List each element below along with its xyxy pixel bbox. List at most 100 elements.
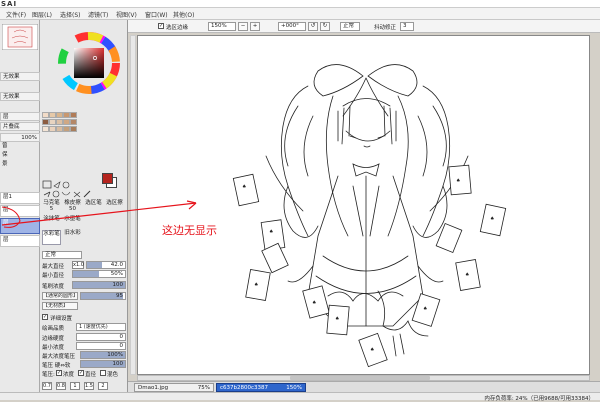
brush-size-preset[interactable]: 0.8 xyxy=(56,382,66,390)
palette-swatch[interactable] xyxy=(56,112,63,118)
title-bar: SAI xyxy=(0,0,600,8)
brush-shape-select[interactable]: 【通常的圆形】 xyxy=(42,292,78,300)
layer-effect-3[interactable]: 层 xyxy=(0,112,40,121)
blend-check-label: 混色 xyxy=(107,372,119,378)
tab-document-2[interactable]: c637b2800c3387 150% xyxy=(216,383,306,392)
palette-swatch[interactable] xyxy=(42,126,49,132)
slider-value: 95 xyxy=(116,293,123,299)
palette-swatch[interactable] xyxy=(70,126,77,132)
svg-text:♠: ♠ xyxy=(242,184,246,190)
brush-size-preset[interactable]: 2 xyxy=(98,382,108,390)
brush-size-preset[interactable]: 0.7 xyxy=(42,382,52,390)
detail-checkbox[interactable]: ✓ xyxy=(42,314,48,320)
layer-effect-2[interactable]: 无效果 xyxy=(0,92,40,101)
mode-select[interactable]: 正常 xyxy=(340,22,360,31)
menu-window[interactable]: 其他(O) xyxy=(173,10,194,19)
tab-label: c637b2800c3387 xyxy=(220,385,269,391)
palette-swatch[interactable] xyxy=(63,126,70,132)
size-multiplier[interactable]: x1.0 xyxy=(72,261,84,269)
palette-swatch[interactable] xyxy=(56,119,63,125)
menu-view[interactable]: 窗口(W) xyxy=(145,10,168,19)
palette-swatch[interactable] xyxy=(42,112,49,118)
slider-value: 100 xyxy=(112,282,124,288)
detail-settings-label: 详细设置 xyxy=(50,316,73,322)
svg-text:♠: ♠ xyxy=(254,282,258,288)
clip-label: 保 xyxy=(2,152,8,158)
color-wheel[interactable] xyxy=(58,32,120,94)
tab-document-1[interactable]: Dmao1.jpg 75% xyxy=(134,383,214,392)
slider-value: 100% xyxy=(107,352,123,358)
density-slider[interactable]: 100 xyxy=(72,281,126,289)
diameter-checkbox[interactable]: ✓ xyxy=(78,370,84,376)
slider-value: 42.0 xyxy=(110,262,123,268)
svg-text:♠: ♠ xyxy=(370,347,374,353)
blend-checkbox[interactable] xyxy=(100,370,106,376)
rotation-field[interactable]: +000° xyxy=(278,22,306,31)
menu-file[interactable]: 文件(F) xyxy=(6,10,26,19)
slider-fill xyxy=(73,271,99,277)
zoom-out-button[interactable]: − xyxy=(238,22,248,31)
menu-image[interactable]: 选择(S) xyxy=(60,10,81,19)
min-size-label: 最小直径 xyxy=(42,273,65,279)
edge-hardness-slider[interactable]: 0 xyxy=(76,333,126,341)
svg-text:♠: ♠ xyxy=(465,272,469,278)
selection-edge-checkbox[interactable]: ✓ xyxy=(158,23,164,29)
zoom-in-button[interactable]: + xyxy=(250,22,260,31)
protect-label: 曾 xyxy=(2,143,8,149)
palette-swatch[interactable] xyxy=(49,126,56,132)
palette-swatch[interactable] xyxy=(70,112,77,118)
texture-select[interactable]: 【无材质】 xyxy=(42,302,78,310)
layer-effect-1[interactable]: 无效果 xyxy=(0,72,40,81)
pressure-hardness-label: 笔压 硬⇔软 xyxy=(42,363,71,369)
menu-layer[interactable]: 图层(L) xyxy=(32,10,52,19)
navigator-thumbnail[interactable] xyxy=(2,24,38,50)
palette-swatch[interactable] xyxy=(42,119,49,125)
diameter-check-label: 直径 xyxy=(85,372,97,378)
stabilizer-label: 抖动修正 xyxy=(374,25,397,31)
opacity-value[interactable]: 100% xyxy=(0,133,40,142)
menu-select[interactable]: 滤镜(T) xyxy=(88,10,108,19)
slider-value: 100 xyxy=(112,361,124,367)
rotate-left-button[interactable]: ↺ xyxy=(308,22,318,31)
selection-edge-label: 选区边缘 xyxy=(166,25,189,31)
palette-swatch[interactable] xyxy=(56,126,63,132)
pressure-label: 笔压: xyxy=(42,372,55,378)
blend-mode[interactable]: 片叠底 xyxy=(0,122,40,131)
svg-text:♠: ♠ xyxy=(312,300,316,306)
rotate-right-button[interactable]: ↻ xyxy=(320,22,330,31)
document-tabs: Dmao1.jpg 75% c637b2800c3387 150% xyxy=(128,381,600,392)
layer-item[interactable]: 层 xyxy=(0,235,40,247)
min-size-slider[interactable]: 50% xyxy=(72,270,126,278)
palette-swatch[interactable] xyxy=(49,112,56,118)
memory-status: 内存负荷率: 24%（已用9688/可用33384） xyxy=(484,396,594,402)
menu-filter[interactable]: 视图(V) xyxy=(116,10,137,19)
max-size-slider[interactable]: 42.0 xyxy=(86,261,126,269)
brush-size-preset[interactable]: 1 xyxy=(70,382,80,390)
palette-swatch[interactable] xyxy=(63,119,70,125)
max-pressure-label: 最大浓度笔压 xyxy=(42,354,76,360)
app-title: SAI xyxy=(1,0,18,8)
max-pressure-slider[interactable]: 100% xyxy=(80,351,126,359)
brush-shape-slider[interactable]: 95 xyxy=(80,292,126,300)
min-density-label: 最小浓度 xyxy=(42,345,65,351)
slider-value: 50% xyxy=(110,271,123,277)
slider-fill xyxy=(87,262,103,268)
svg-text:♠: ♠ xyxy=(269,229,273,235)
min-density-slider[interactable]: 0 xyxy=(76,342,126,350)
palette-swatch[interactable] xyxy=(70,119,77,125)
blend-mode-select[interactable]: 正常 xyxy=(42,251,82,259)
quality-select[interactable]: 1 (速度优先) xyxy=(76,323,126,331)
zoom-field[interactable]: 150% xyxy=(208,22,236,31)
pressure-hardness-slider[interactable]: 100 xyxy=(80,360,126,368)
scrollbar-thumb[interactable] xyxy=(290,376,430,380)
density-checkbox[interactable]: ✓ xyxy=(56,370,62,376)
palette-swatch[interactable] xyxy=(63,112,70,118)
tab-zoom: 75% xyxy=(197,385,210,391)
color-palette[interactable] xyxy=(42,112,78,152)
svg-text:♠: ♠ xyxy=(423,306,427,312)
density-check-label: 浓度 xyxy=(63,372,75,378)
primary-color-swatch[interactable] xyxy=(102,173,113,184)
palette-swatch[interactable] xyxy=(49,119,56,125)
brush-size-preset[interactable]: 1.5 xyxy=(84,382,94,390)
stabilizer-select[interactable]: 3 xyxy=(400,22,414,31)
